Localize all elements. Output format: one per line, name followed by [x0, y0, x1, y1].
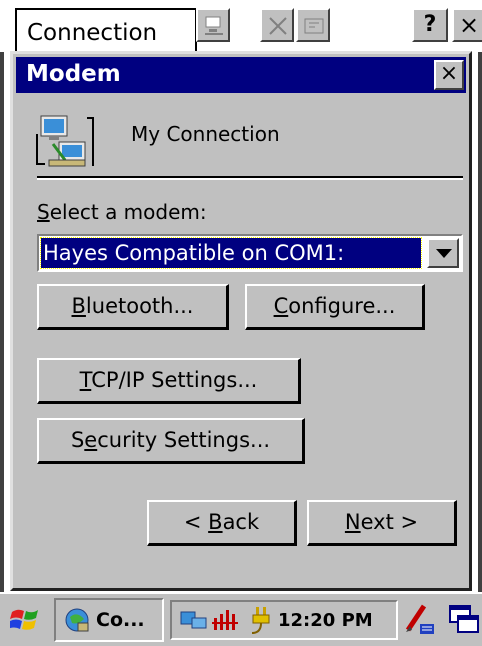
configure-button[interactable]: Configure... — [245, 284, 425, 330]
signal-bars-icon[interactable] — [212, 608, 242, 632]
dialog-titlebar[interactable]: Modem × — [16, 57, 466, 93]
bluetooth-button[interactable]: Bluetooth... — [37, 284, 229, 330]
background-window-titlebar: Connection ? × — [0, 0, 482, 54]
background-window-border-right — [478, 52, 482, 592]
tcpip-label: CP/IP Settings... — [91, 368, 258, 392]
dialog-title: Modem — [26, 61, 121, 87]
security-accelerator: e — [84, 428, 98, 452]
modem-select-value[interactable]: Hayes Compatible on COM1: — [40, 237, 422, 269]
input-panel-icon[interactable] — [402, 602, 436, 636]
background-close-label: × — [458, 11, 480, 39]
background-close-button[interactable]: × — [452, 8, 482, 42]
tcpip-settings-button[interactable]: TCP/IP Settings... — [37, 358, 301, 404]
modem-select[interactable]: Hayes Compatible on COM1: — [37, 234, 463, 272]
connection-name: My Connection — [131, 122, 280, 146]
toolbar-network-button[interactable] — [196, 8, 230, 42]
taskbar-task-label: Co... — [96, 609, 145, 631]
dialog-close-label: × — [439, 61, 459, 86]
toolbar-delete-button[interactable] — [260, 8, 294, 42]
chevron-down-icon — [436, 249, 452, 258]
help-label: ? — [423, 12, 437, 37]
dialog-close-button[interactable]: × — [434, 60, 464, 90]
background-window-title-text: Connection — [27, 20, 158, 46]
configure-label: onfigure... — [288, 294, 396, 318]
back-label-start: < — [183, 510, 209, 534]
background-window-border-left — [0, 52, 4, 592]
background-window-title: Connection — [15, 8, 197, 54]
back-button[interactable]: < Back — [147, 500, 297, 546]
taskbar: Co... 12:20 PM — [0, 592, 482, 646]
back-accelerator: B — [208, 510, 223, 534]
modem-select-dropdown-button[interactable] — [427, 238, 459, 268]
next-label: ext > — [360, 510, 419, 534]
separator-highlight — [37, 178, 463, 180]
bluetooth-accelerator: B — [71, 294, 86, 318]
toolbar-properties-button[interactable] — [296, 8, 330, 42]
help-button[interactable]: ? — [412, 8, 448, 42]
select-modem-label-text: elect a modem: — [49, 200, 207, 224]
network-tool-icon — [205, 16, 223, 35]
power-plug-icon[interactable] — [248, 605, 274, 637]
connection-task-icon — [65, 608, 89, 632]
properties-tool-icon — [304, 18, 324, 34]
configure-accelerator: C — [273, 294, 289, 318]
modem-dialog: Modem × My Connection Select a modem: Ha… — [10, 51, 472, 591]
select-modem-accelerator: S — [37, 200, 50, 224]
network-connection-icon — [36, 115, 94, 167]
start-button[interactable] — [4, 600, 48, 642]
system-tray: 12:20 PM — [170, 600, 398, 640]
security-label-start: S — [70, 428, 85, 452]
next-button[interactable]: Next > — [307, 500, 457, 546]
clock[interactable]: 12:20 PM — [278, 610, 373, 631]
bluetooth-label: luetooth... — [85, 294, 194, 318]
delete-tool-icon — [269, 17, 287, 35]
security-settings-button[interactable]: Security Settings... — [37, 418, 305, 464]
network-status-icon[interactable] — [180, 608, 210, 632]
select-modem-label: Select a modem: — [37, 200, 207, 224]
show-desktop-icon[interactable] — [446, 602, 480, 636]
back-label: ack — [222, 510, 260, 534]
security-label: curity Settings... — [97, 428, 271, 452]
next-accelerator: N — [344, 510, 361, 534]
windows-flag-icon — [10, 609, 38, 630]
taskbar-task-button[interactable]: Co... — [54, 598, 164, 642]
tcpip-accelerator: T — [79, 368, 92, 392]
